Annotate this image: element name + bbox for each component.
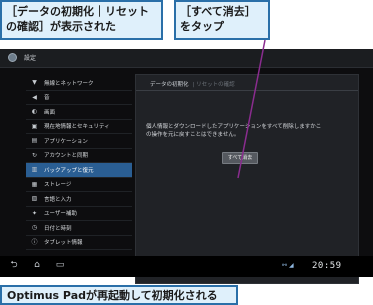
lock-icon: ▣ (31, 122, 38, 130)
sidebar-item-backup[interactable]: ▥ バックアップと復元 (26, 163, 132, 178)
sidebar-item-label: 現在地情報とセキュリティ (44, 124, 110, 131)
sidebar-item-storage[interactable]: ▦ ストレージ (26, 178, 132, 192)
sidebar-item-label: ユーザー補助 (44, 211, 77, 218)
apps-icon: ▤ (31, 137, 38, 145)
sync-icon: ↻ (31, 151, 38, 159)
usb-icon: ⚯ (282, 262, 288, 269)
sidebar-item-applications[interactable]: ▤ アプリケーション (26, 134, 132, 149)
sidebar-item-label: 言語と入力 (44, 196, 72, 203)
panel-breadcrumb: データの初期化 | リセットの確認 (136, 75, 358, 91)
erase-everything-button[interactable]: すべて消去 (222, 152, 258, 164)
clock-icon: ◷ (31, 224, 38, 232)
recent-apps-icon[interactable]: ▭ (54, 261, 66, 270)
info-icon: ⓘ (31, 238, 38, 246)
sidebar-item-datetime[interactable]: ◷ 日付と時刻 (26, 221, 132, 236)
sidebar-item-label: 音 (44, 95, 50, 102)
title-bar: 設定 (0, 49, 373, 68)
speaker-icon: ◀ (32, 93, 37, 101)
page-title: 設定 (24, 55, 37, 62)
wifi-status-icon: ◢ (288, 262, 294, 269)
status-clock: 20:59 (312, 261, 342, 271)
system-navigation-bar: ⮌ ⌂ ▭ ⚯ ◢ 20:59 (0, 256, 373, 277)
tablet-screen: 設定 ▼ 無線とネットワーク ◀ 音 ◐ 画面 ▣ 現在地情報とセキュリティ ▤… (0, 49, 373, 284)
panel-subtitle: | リセットの確認 (192, 82, 235, 88)
callout-restart: Optimus Padが再起動して初期化される (0, 285, 238, 305)
sidebar-item-label: タブレット情報 (44, 240, 83, 247)
sidebar-item-label: アプリケーション (44, 138, 88, 145)
storage-icon: ▦ (31, 180, 38, 188)
callout-reset-confirm: ［データの初期化｜リセットの確認］が表示された (0, 0, 163, 40)
wifi-icon: ▼ (32, 79, 37, 87)
display-icon: ◐ (31, 108, 38, 116)
status-icons: ⚯ ◢ (282, 262, 294, 269)
sidebar-item-label: 無線とネットワーク (44, 80, 94, 87)
sidebar-item-label: ストレージ (44, 182, 72, 189)
panel-title: データの初期化 (150, 82, 189, 88)
settings-sidebar: ▼ 無線とネットワーク ◀ 音 ◐ 画面 ▣ 現在地情報とセキュリティ ▤ アプ… (26, 76, 132, 250)
home-icon[interactable]: ⌂ (31, 261, 43, 270)
sidebar-item-language[interactable]: ▧ 言語と入力 (26, 192, 132, 207)
back-icon[interactable]: ⮌ (8, 261, 20, 270)
sidebar-item-label: 画面 (44, 109, 56, 116)
sidebar-item-accounts[interactable]: ↻ アカウントと同期 (26, 149, 132, 163)
reset-warning-text: 個人情報とダウンロードしたアプリケーションをすべて削除しますかこの操作を元に戻す… (146, 124, 322, 138)
sidebar-item-sound[interactable]: ◀ 音 (26, 91, 132, 105)
sidebar-item-wireless[interactable]: ▼ 無線とネットワーク (26, 76, 132, 91)
sidebar-item-label: バックアップと復元 (44, 167, 94, 174)
accessibility-icon: ✦ (31, 209, 38, 217)
panel-subtitle-text: リセットの確認 (196, 82, 235, 88)
sidebar-item-security[interactable]: ▣ 現在地情報とセキュリティ (26, 120, 132, 134)
sidebar-item-accessibility[interactable]: ✦ ユーザー補助 (26, 207, 132, 221)
sidebar-item-label: 日付と時刻 (44, 225, 72, 232)
sidebar-item-label: アカウントと同期 (44, 153, 89, 160)
backup-icon: ▥ (31, 166, 38, 174)
settings-app-icon (8, 53, 17, 62)
factory-reset-panel: データの初期化 | リセットの確認 個人情報とダウンロードしたアプリケーションをす… (135, 74, 359, 284)
callout-tap-erase: ［すべて消去］をタップ (174, 0, 270, 40)
language-icon: ▧ (31, 195, 38, 203)
sidebar-item-display[interactable]: ◐ 画面 (26, 105, 132, 120)
sidebar-item-about[interactable]: ⓘ タブレット情報 (26, 236, 132, 250)
